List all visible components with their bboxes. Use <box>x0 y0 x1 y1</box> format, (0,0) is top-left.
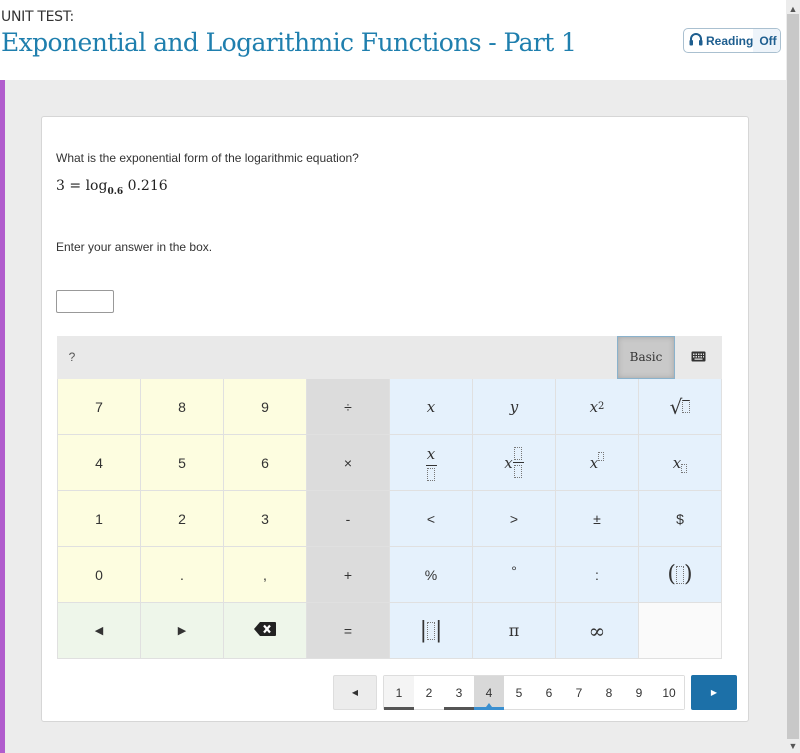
key-infinity[interactable]: ∞ <box>556 603 639 659</box>
key-cursor-right[interactable]: ▶ <box>141 603 224 659</box>
key-colon[interactable]: : <box>556 547 639 603</box>
key-cursor-left[interactable]: ◀ <box>58 603 141 659</box>
header: UNIT TEST: Exponential and Logarithmic F… <box>0 0 786 80</box>
placeholder-box <box>514 465 523 478</box>
key-subscript[interactable]: x <box>639 435 722 491</box>
keypad-help-button[interactable]: ? <box>57 336 87 379</box>
key-backspace[interactable] <box>224 603 307 659</box>
key-9[interactable]: 9 <box>224 379 307 435</box>
page-number-list: 1 2 3 4 5 6 7 8 9 10 <box>383 675 685 710</box>
key-variable-x[interactable]: x <box>390 379 473 435</box>
equation-base: 0.6 <box>107 186 124 197</box>
page-6[interactable]: 6 <box>534 676 564 709</box>
answer-input[interactable] <box>56 290 114 313</box>
key-empty <box>639 603 722 659</box>
equation-argument: 0.216 <box>127 178 168 194</box>
key-multiply[interactable]: × <box>307 435 390 491</box>
reading-state: Off <box>753 29 780 52</box>
key-5[interactable]: 5 <box>141 435 224 491</box>
key-percent[interactable]: % <box>390 547 473 603</box>
next-arrow-icon: ▶ <box>710 688 718 697</box>
arrow-left-icon: ◀ <box>94 625 104 637</box>
placeholder-box <box>514 447 523 460</box>
keyboard-icon <box>691 349 706 367</box>
page-5[interactable]: 5 <box>504 676 534 709</box>
key-fraction[interactable]: x <box>390 435 473 491</box>
unit-label: UNIT TEST: <box>1 9 74 25</box>
key-dollar[interactable]: $ <box>639 491 722 547</box>
key-1[interactable]: 1 <box>58 491 141 547</box>
key-minus[interactable]: - <box>307 491 390 547</box>
key-mixed-number[interactable]: x <box>473 435 556 491</box>
placeholder-box <box>427 621 435 640</box>
page-10[interactable]: 10 <box>654 676 684 709</box>
key-x-squared[interactable]: x2 <box>556 379 639 435</box>
page-3[interactable]: 3 <box>444 676 474 710</box>
sqrt-icon: √ <box>669 394 683 419</box>
placeholder-box <box>598 452 605 461</box>
key-comma[interactable]: , <box>224 547 307 603</box>
key-pi[interactable]: π <box>473 603 556 659</box>
math-keypad: ? Basic 7 8 9 ÷ x y x2 √ 4 5 6 × x x x x… <box>57 336 722 659</box>
instruction-text: Enter your answer in the box. <box>56 240 213 254</box>
next-question-button[interactable]: ▶ <box>691 675 737 710</box>
key-parentheses[interactable]: () <box>639 547 722 603</box>
key-greater-than[interactable]: > <box>473 491 556 547</box>
equation-lhs: 3 <box>56 178 65 194</box>
placeholder-box <box>427 467 435 481</box>
key-equals[interactable]: = <box>307 603 390 659</box>
key-2[interactable]: 2 <box>141 491 224 547</box>
headphones-icon <box>689 32 703 49</box>
key-variable-y[interactable]: y <box>473 379 556 435</box>
reading-toggle-button[interactable]: Reading Off <box>683 28 781 53</box>
keypad-toolbar: ? Basic <box>57 336 722 379</box>
scroll-down-icon[interactable]: ▼ <box>786 739 800 753</box>
page-8[interactable]: 8 <box>594 676 624 709</box>
question-prompt: What is the exponential form of the loga… <box>56 151 359 165</box>
key-8[interactable]: 8 <box>141 379 224 435</box>
key-3[interactable]: 3 <box>224 491 307 547</box>
key-4[interactable]: 4 <box>58 435 141 491</box>
backspace-icon <box>254 622 276 639</box>
page-title: Exponential and Logarithmic Functions - … <box>1 28 577 57</box>
page-1[interactable]: 1 <box>384 676 414 710</box>
key-7[interactable]: 7 <box>58 379 141 435</box>
placeholder-box <box>681 464 688 473</box>
scrollbar-thumb[interactable] <box>787 14 799 739</box>
keyboard-toggle-button[interactable] <box>675 336 722 379</box>
key-degree[interactable]: ° <box>473 547 556 603</box>
key-less-than[interactable]: < <box>390 491 473 547</box>
key-exponent[interactable]: x <box>556 435 639 491</box>
key-plus-minus[interactable]: ± <box>556 491 639 547</box>
reading-label: Reading <box>706 33 754 48</box>
question-pagination: ◀ 1 2 3 4 5 6 7 8 9 10 ▶ <box>333 675 737 710</box>
keypad-basic-tab[interactable]: Basic <box>617 336 675 379</box>
key-0[interactable]: 0 <box>58 547 141 603</box>
keypad-grid: 7 8 9 ÷ x y x2 √ 4 5 6 × x x x x 1 2 3 -… <box>57 379 722 659</box>
placeholder-box <box>682 400 691 413</box>
equation-equals: = <box>69 178 82 194</box>
key-divide[interactable]: ÷ <box>307 379 390 435</box>
question-card: What is the exponential form of the loga… <box>41 116 749 722</box>
page-9[interactable]: 9 <box>624 676 654 709</box>
previous-question-button[interactable]: ◀ <box>333 675 377 710</box>
page-4-current[interactable]: 4 <box>474 676 504 710</box>
key-6[interactable]: 6 <box>224 435 307 491</box>
prev-arrow-icon: ◀ <box>351 688 359 697</box>
arrow-right-icon: ▶ <box>177 625 187 637</box>
vertical-scrollbar[interactable]: ▲ ▼ <box>786 0 800 753</box>
key-absolute-value[interactable]: | | <box>390 603 473 659</box>
key-plus[interactable]: + <box>307 547 390 603</box>
page-7[interactable]: 7 <box>564 676 594 709</box>
key-square-root[interactable]: √ <box>639 379 722 435</box>
log-equation: 3 = log0.6 0.216 <box>56 178 168 197</box>
equation-func: log <box>85 178 108 194</box>
left-accent-bar <box>0 80 5 753</box>
page-2[interactable]: 2 <box>414 676 444 709</box>
placeholder-box <box>676 565 684 584</box>
key-decimal-point[interactable]: . <box>141 547 224 603</box>
